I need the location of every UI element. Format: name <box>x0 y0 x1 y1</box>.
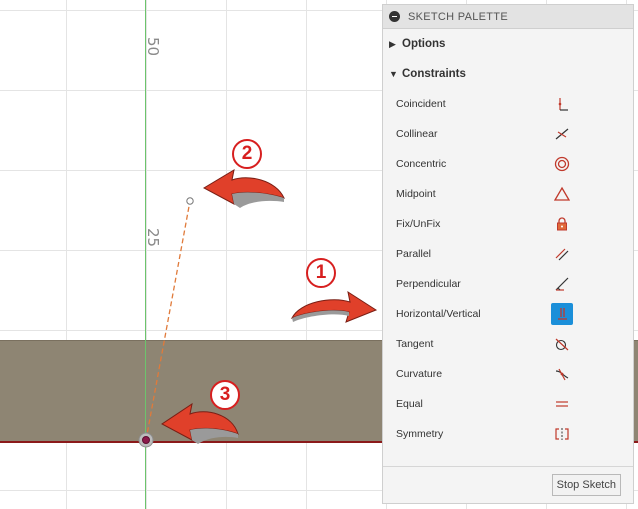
palette-title: SKETCH PALETTE <box>408 10 508 23</box>
tangent-icon[interactable] <box>551 333 573 355</box>
symmetry-icon[interactable] <box>551 423 573 445</box>
sketch-palette: SKETCH PALETTE ▶ Options ▼ Constraints C… <box>382 4 634 504</box>
lock-icon[interactable] <box>551 213 573 235</box>
constraint-horizontal-vertical[interactable]: Horizontal/Vertical <box>383 299 633 329</box>
collapse-triangle-icon: ▼ <box>389 69 398 79</box>
constraint-curvature[interactable]: Curvature <box>383 359 633 389</box>
constraint-label: Horizontal/Vertical <box>396 308 481 320</box>
constraint-tangent[interactable]: Tangent <box>383 329 633 359</box>
stop-sketch-button[interactable]: Stop Sketch <box>551 474 621 496</box>
options-label: Options <box>402 38 446 50</box>
constraint-midpoint[interactable]: Midpoint <box>383 179 633 209</box>
constraint-collinear[interactable]: Collinear <box>383 119 633 149</box>
constraint-fix-unfix[interactable]: Fix/UnFix <box>383 209 633 239</box>
coincident-icon[interactable] <box>551 93 573 115</box>
sketch-endpoint <box>186 197 194 205</box>
constraints-section[interactable]: ▼ Constraints <box>383 59 633 89</box>
callout-3: 3 <box>210 380 240 410</box>
constraints-label: Constraints <box>402 68 466 80</box>
constraint-label: Tangent <box>396 338 434 350</box>
constraint-label: Curvature <box>396 368 443 380</box>
horizontal-vertical-icon[interactable] <box>551 303 573 325</box>
constraint-equal[interactable]: Equal <box>383 389 633 419</box>
constraint-parallel[interactable]: Parallel <box>383 239 633 269</box>
midpoint-icon[interactable] <box>551 183 573 205</box>
origin-point <box>142 436 150 444</box>
constraint-coincident[interactable]: Coincident <box>383 89 633 119</box>
constraint-label: Equal <box>396 398 423 410</box>
curvature-icon[interactable] <box>551 363 573 385</box>
constraint-label: Perpendicular <box>396 278 461 290</box>
arrow-2-icon <box>202 168 285 208</box>
palette-footer: Stop Sketch <box>383 466 633 503</box>
parallel-icon[interactable] <box>551 243 573 265</box>
constraint-label: Fix/UnFix <box>396 218 441 230</box>
palette-header: SKETCH PALETTE <box>383 5 633 29</box>
options-section[interactable]: ▶ Options <box>383 29 633 59</box>
callout-2: 2 <box>232 139 262 169</box>
constraint-perpendicular[interactable]: Perpendicular <box>383 269 633 299</box>
constraint-label: Parallel <box>396 248 432 260</box>
constraint-label: Midpoint <box>396 188 436 200</box>
perpendicular-icon[interactable] <box>551 273 573 295</box>
constraint-label: Coincident <box>396 98 446 110</box>
expand-triangle-icon: ▶ <box>389 38 396 49</box>
concentric-icon[interactable] <box>551 153 573 175</box>
collapse-icon[interactable] <box>389 11 400 22</box>
constraint-label: Symmetry <box>396 428 444 440</box>
arrow-3-icon <box>161 402 239 444</box>
constraint-label: Concentric <box>396 158 447 170</box>
callout-1: 1 <box>306 258 336 288</box>
sketch-line <box>145 200 191 441</box>
constraint-list: Coincident Collinear Concentric Midpoint… <box>383 89 633 449</box>
arrow-1-icon <box>290 290 378 323</box>
constraint-concentric[interactable]: Concentric <box>383 149 633 179</box>
constraint-symmetry[interactable]: Symmetry <box>383 419 633 449</box>
equal-icon[interactable] <box>551 393 573 415</box>
constraint-label: Collinear <box>396 128 438 140</box>
collinear-icon[interactable] <box>551 123 573 145</box>
